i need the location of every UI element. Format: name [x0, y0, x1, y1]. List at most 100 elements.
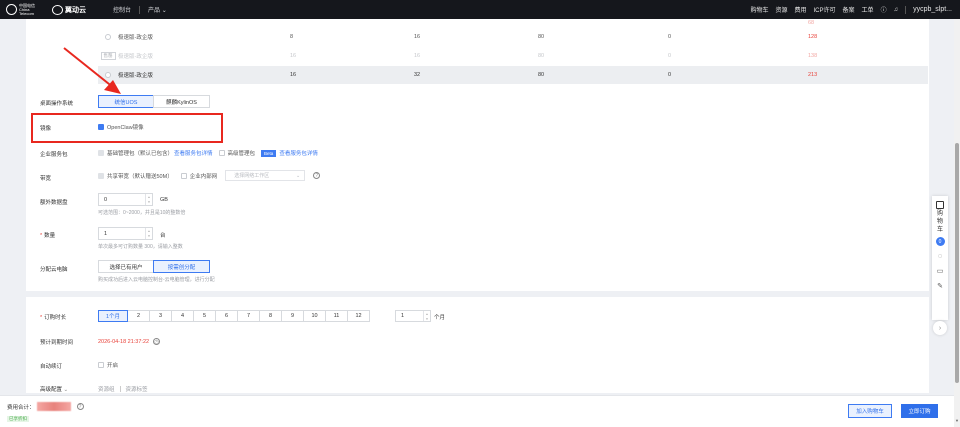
custom-duration-stepper[interactable]: 1 ▲ ▼	[395, 310, 431, 322]
help-icon[interactable]: ?	[76, 403, 84, 410]
chevron-down-icon: ⌄	[63, 387, 69, 393]
month-option-12[interactable]: 12	[347, 310, 370, 322]
month-option-9[interactable]: 9	[281, 310, 304, 322]
row-spec-name: 极速版-政企版	[118, 54, 153, 60]
scroll-down-icon[interactable]: ▼	[954, 418, 960, 423]
assign-selector: 选择已有用户 按需创分配	[98, 260, 210, 273]
help-icon[interactable]: ⓘ	[881, 5, 887, 14]
nav-divider	[139, 5, 141, 14]
month-option-2[interactable]: 2	[127, 310, 150, 322]
fee-label: 费用合计：	[7, 404, 35, 411]
month-option-10[interactable]: 10	[303, 310, 326, 322]
nav-icp[interactable]: ICP许可	[814, 5, 836, 14]
assign-label: 分配云电脑	[40, 267, 68, 273]
nav-products-label: 产品	[148, 8, 161, 14]
stepper-down-icon[interactable]: ▼	[426, 317, 429, 321]
china-telecom-logo[interactable]: 中国电信 China Telecom	[6, 3, 45, 16]
service-label: 企业服务包	[40, 152, 68, 158]
month-option-3[interactable]: 3	[149, 310, 172, 322]
month-option-6[interactable]: 6	[215, 310, 238, 322]
row-spec-name: 极速版-政企版	[118, 35, 153, 41]
month-option-11[interactable]: 11	[325, 310, 348, 322]
nav-products[interactable]: 产品 ⌄	[148, 5, 167, 14]
assign-option-existing[interactable]: 选择已有用户	[98, 260, 154, 273]
telecom-logo-icon	[6, 4, 17, 15]
row-cpu: 16	[290, 72, 297, 78]
cart-count-badge: 0	[935, 237, 945, 246]
month-option-7[interactable]: 7	[237, 310, 260, 322]
advanced-pack-checkbox[interactable]	[218, 150, 225, 156]
cloud-logo-icon	[52, 4, 63, 15]
stepper-down-icon[interactable]: ▼	[148, 234, 151, 238]
discount-tag: 已享折扣	[7, 416, 29, 422]
table-row-selected[interactable]: 极速版-政企版 16 32 80 0 213	[98, 66, 928, 84]
os-option-kylin[interactable]: 麒麟KylinOS	[153, 95, 210, 108]
advanced-config-label: 高级配置	[40, 387, 63, 393]
scrollbar-thumb[interactable]	[955, 143, 959, 383]
bandwidth-options: 共享带宽（默认赠送50M） 企业内部网 选择网络工作区 ⌄ ?	[98, 170, 321, 181]
nav-cart[interactable]: 购物车	[750, 5, 768, 14]
autorenew-option[interactable]: 开启	[98, 361, 118, 369]
side-cart-text[interactable]: 购物车	[937, 210, 943, 234]
duration-label: * 订购时长	[40, 313, 66, 321]
custom-duration-value: 1	[401, 313, 405, 319]
stepper-down-icon[interactable]: ▼	[148, 200, 151, 204]
row-system-disk: 80	[538, 34, 545, 40]
row-cpu: 16	[290, 53, 297, 59]
month-option-8[interactable]: 8	[259, 310, 282, 322]
disk-label: 额外数据盘	[40, 200, 68, 206]
user-divider	[905, 5, 907, 14]
buy-now-button[interactable]: 立即订购	[901, 404, 938, 418]
stepper-up-icon[interactable]: ▲	[148, 195, 151, 199]
edit-icon[interactable]: ✎	[937, 282, 943, 290]
row-cpu: 8	[290, 34, 294, 40]
advanced-config-toggle[interactable]: 高级配置 ⌄	[40, 385, 68, 393]
month-option-1[interactable]: 1个月	[98, 310, 128, 322]
side-float-panel: 购物车 0 ◌ ▭ ✎	[932, 196, 948, 320]
help-icon[interactable]: ?	[313, 172, 321, 179]
nav-tickets[interactable]: 工单	[862, 5, 874, 14]
os-label: 桌面操作系统	[40, 101, 74, 107]
disk-value: 0	[104, 196, 108, 203]
row-memory: 16	[414, 53, 421, 59]
row-data-disk: 0	[668, 34, 672, 40]
row-price: 128	[808, 34, 818, 40]
shared-bandwidth-label: 共享带宽（默认赠送50M）	[107, 173, 173, 180]
nav-resources[interactable]: 资源	[775, 5, 787, 14]
workspace-dropdown-placeholder: 选择网络工作区	[234, 173, 270, 179]
chevron-down-icon: ⌄	[296, 172, 301, 179]
row-radio[interactable]	[105, 72, 111, 78]
month-option-4[interactable]: 4	[171, 310, 194, 322]
bandwidth-label: 带宽	[40, 176, 52, 182]
nav-console[interactable]: 控制台	[113, 5, 131, 14]
workspace-dropdown[interactable]: 选择网络工作区 ⌄	[225, 170, 306, 181]
cart-icon[interactable]	[936, 201, 944, 209]
yiyun-logo[interactable]: 翼动云	[52, 4, 86, 15]
book-icon[interactable]: ▭	[937, 267, 944, 275]
shared-bandwidth-checkbox	[98, 172, 104, 179]
fee-total: 费用合计： ?	[7, 402, 84, 411]
os-option-uos[interactable]: 统信UOS	[98, 95, 154, 108]
user-menu[interactable]: yycpb_slpt...	[913, 6, 952, 13]
intranet-checkbox[interactable]	[180, 172, 187, 179]
expiry-value: 2026-04-18 21:37:22	[98, 338, 150, 345]
nav-filing[interactable]: 备案	[843, 5, 855, 14]
bell-icon[interactable]: ♫	[894, 7, 899, 13]
stepper-up-icon[interactable]: ▲	[148, 229, 151, 233]
stepper-up-icon[interactable]: ▲	[426, 312, 429, 316]
support-icon[interactable]: ◌	[938, 253, 942, 260]
add-to-cart-button[interactable]: 加入购物车	[848, 404, 892, 418]
side-collapse-button[interactable]: ›	[933, 321, 947, 335]
basic-pack-link[interactable]: 查看服务包详情	[174, 149, 213, 157]
row-radio[interactable]	[105, 34, 111, 40]
quantity-stepper[interactable]: 1 ▲ ▼	[98, 227, 153, 240]
table-row[interactable]: 极速版-政企版 8 16 80 0 128	[98, 28, 928, 46]
advanced-pack-label: 高级管理包	[227, 151, 256, 157]
disk-stepper[interactable]: 0 ▲ ▼	[98, 193, 153, 206]
advanced-pack-link[interactable]: 查看服务包详情	[279, 149, 318, 157]
resource-group-item: 资源组	[98, 387, 115, 393]
month-option-5[interactable]: 5	[193, 310, 216, 322]
nav-billing[interactable]: 费用	[795, 5, 807, 14]
assign-option-ondemand[interactable]: 按需创分配	[153, 260, 210, 273]
autorenew-checkbox[interactable]	[98, 362, 104, 368]
